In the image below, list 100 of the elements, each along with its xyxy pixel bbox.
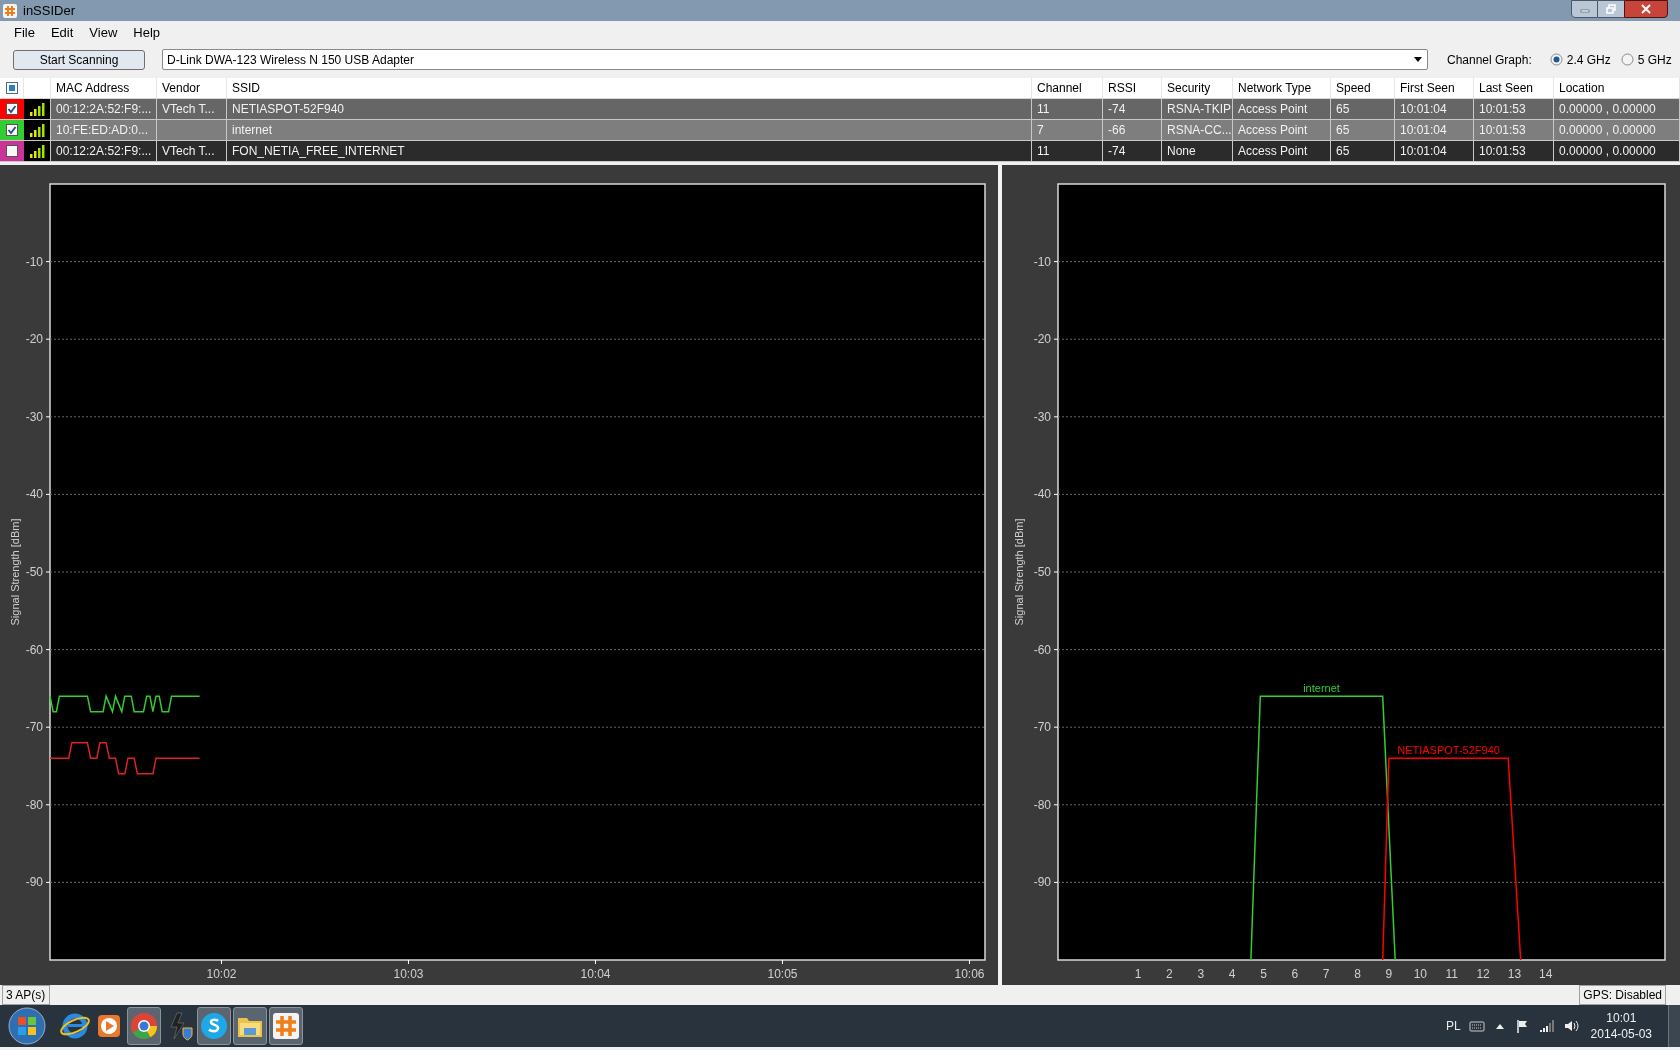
table-cell: 10:01:04 xyxy=(1395,120,1474,140)
table-cell: 65 xyxy=(1331,99,1395,119)
volume-icon[interactable] xyxy=(1562,1018,1579,1034)
menu-item[interactable]: File xyxy=(6,23,43,43)
row-checkbox[interactable] xyxy=(6,103,18,115)
series-label: NETIASPOT-52F940 xyxy=(1397,744,1500,757)
table-cell: RSNA-TKIP xyxy=(1162,99,1233,119)
x-tick-label: 13 xyxy=(1507,967,1522,981)
tick-mark xyxy=(595,959,596,965)
table-cell: 11 xyxy=(1032,99,1103,119)
y-tick-label: -80 xyxy=(1033,797,1051,812)
table-cell: Access Point xyxy=(1233,120,1331,140)
band-radio[interactable]: 2.4 GHz xyxy=(1549,50,1611,69)
y-tick-label: -50 xyxy=(1033,565,1051,579)
tick-mark xyxy=(45,416,51,418)
table-cell: Access Point xyxy=(1233,141,1331,161)
column-header[interactable]: First Seen xyxy=(1395,78,1474,98)
tick-mark xyxy=(221,959,222,965)
table-cell: 10:01:04 xyxy=(1395,99,1474,119)
table-cell: 00:12:2A:52:F9:... xyxy=(51,141,157,161)
language-indicator[interactable]: PL xyxy=(1445,1017,1461,1035)
x-tick-label: 1 xyxy=(1134,967,1142,981)
x-tick-label: 10:04 xyxy=(580,967,611,981)
clock[interactable]: 10:01 2014-05-03 xyxy=(1590,1010,1652,1042)
y-tick-label: -90 xyxy=(25,875,43,890)
table-cell: 10:01:53 xyxy=(1474,141,1554,161)
select-all-checkbox[interactable] xyxy=(5,82,18,94)
column-header[interactable]: MAC Address xyxy=(51,78,157,98)
x-tick-label: 10:03 xyxy=(393,967,424,981)
table-cell: -74 xyxy=(1103,99,1162,119)
minimize-button[interactable] xyxy=(1571,0,1598,18)
tick-mark xyxy=(1053,338,1059,340)
column-header[interactable]: Speed xyxy=(1331,78,1395,98)
column-header[interactable]: Last Seen xyxy=(1474,78,1554,98)
start-scanning-button[interactable]: Start Scanning xyxy=(13,49,145,70)
table-cell: 0.00000 , 0.00000 xyxy=(1554,120,1680,140)
inssider-button[interactable] xyxy=(269,1007,303,1045)
x-tick-label: 8 xyxy=(1354,967,1361,981)
x-tick-label: 3 xyxy=(1197,967,1205,981)
signal-icon[interactable] xyxy=(1538,1019,1555,1033)
y-tick-label: -90 xyxy=(1033,875,1051,890)
tick-mark xyxy=(1053,649,1059,651)
table-cell: VTech T... xyxy=(157,141,227,161)
band-radio[interactable]: 5 GHz xyxy=(1620,50,1672,69)
y-tick-label: -50 xyxy=(25,565,43,579)
table-row[interactable]: 00:12:2A:52:F9:... VTech T... NETIASPOT-52F940 11 -74 RSNA-TKIP Access Point 65 10:01:04 10:01:53 0.00000 , 0.00000 xyxy=(0,99,1680,120)
y-tick-label: -80 xyxy=(25,797,43,812)
table-cell: 10:FE:ED:AD:0... xyxy=(51,120,157,140)
y-tick-label: -70 xyxy=(1033,720,1051,735)
adapter-dropdown[interactable]: D-Link DWA-123 Wireless N 150 USB Adapter xyxy=(162,49,1428,70)
x-tick-label: 4 xyxy=(1228,967,1236,981)
menu-item[interactable]: View xyxy=(81,23,126,43)
dropdown-value: D-Link DWA-123 Wireless N 150 USB Adapter xyxy=(167,51,414,69)
table-cell: 0.00000 , 0.00000 xyxy=(1554,99,1680,119)
column-header[interactable]: Channel xyxy=(1032,78,1103,98)
x-tick-label: 7 xyxy=(1322,967,1330,981)
signal-bars-icon xyxy=(29,123,45,137)
x-tick-label: 10:05 xyxy=(767,967,798,981)
table-cell: 11 xyxy=(1032,141,1103,161)
column-header[interactable]: RSSI xyxy=(1103,78,1162,98)
table-cell: FON_NETIA_FREE_INTERNET xyxy=(227,141,1032,161)
table-cell: internet xyxy=(227,120,1032,140)
close-button[interactable] xyxy=(1624,0,1668,18)
column-header[interactable]: Location xyxy=(1554,78,1680,98)
y-tick-label: -20 xyxy=(25,332,43,347)
tick-mark xyxy=(45,649,51,651)
tick-mark xyxy=(1053,493,1059,495)
table-row[interactable]: 10:FE:ED:AD:0... internet 7 -66 RSNA-CC... Access Point 65 10:01:04 10:01:53 0.00000 , 0.00000 xyxy=(0,120,1680,141)
table-cell: 7 xyxy=(1032,120,1103,140)
inssider-icon xyxy=(270,1010,302,1042)
series-label: internet xyxy=(1303,682,1340,695)
skype-button[interactable] xyxy=(197,1007,231,1045)
signal-bars-icon xyxy=(29,144,45,158)
keyboard-icon[interactable] xyxy=(1468,1019,1485,1033)
table-cell: Access Point xyxy=(1233,99,1331,119)
y-tick-label: -40 xyxy=(1033,487,1051,502)
column-header[interactable]: Security xyxy=(1162,78,1233,98)
y-tick-label: -40 xyxy=(25,487,43,502)
tick-mark xyxy=(408,959,409,965)
channel-graph-label: Channel Graph: xyxy=(1447,51,1532,69)
column-header[interactable]: Vendor xyxy=(157,78,227,98)
x-tick-label: 14 xyxy=(1539,967,1553,981)
table-row[interactable]: 00:12:2A:52:F9:... VTech T... FON_NETIA_FREE_INTERNET 11 -74 None Access Point 65 10:01:04 10:01:53 0.00000 , 0.00000 xyxy=(0,141,1680,162)
folder-button[interactable] xyxy=(233,1007,267,1045)
table-cell: NETIASPOT-52F940 xyxy=(227,99,1032,119)
chrome-button[interactable] xyxy=(127,1007,161,1045)
show-hidden-icons-icon[interactable] xyxy=(1494,1022,1505,1030)
gps-status: GPS: Disabled xyxy=(1579,985,1666,1005)
x-tick-label: 10:06 xyxy=(954,967,985,981)
table-cell: 10:01:53 xyxy=(1474,120,1554,140)
column-header[interactable]: Network Type xyxy=(1233,78,1331,98)
menu-item[interactable]: Edit xyxy=(42,23,82,43)
row-checkbox[interactable] xyxy=(6,124,18,136)
maximize-button[interactable] xyxy=(1598,0,1624,18)
x-tick-label: 2 xyxy=(1166,967,1173,981)
tick-mark xyxy=(782,959,783,965)
row-checkbox[interactable] xyxy=(6,145,18,157)
restore-icon xyxy=(1606,4,1616,14)
menu-item[interactable]: Help xyxy=(125,23,169,43)
column-header[interactable]: SSID xyxy=(227,78,1032,98)
